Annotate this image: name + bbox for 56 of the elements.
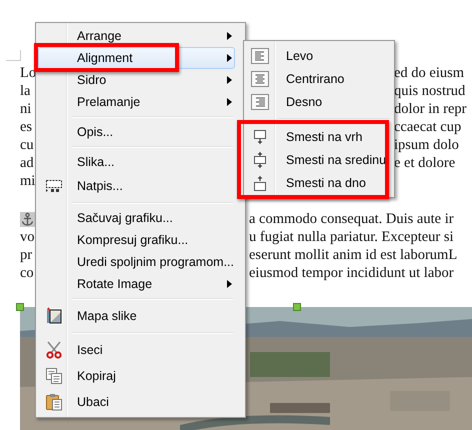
body-text: quis nostrud [394, 82, 466, 100]
submenu-arrow-icon [227, 280, 232, 288]
body-text: pr [20, 246, 32, 264]
scissors-icon [45, 341, 63, 359]
menu-item[interactable]: Smesti na vrh [246, 125, 392, 148]
body-text: es [20, 118, 32, 136]
submenu-arrow-icon [227, 98, 232, 106]
menu-item[interactable]: Levo [246, 44, 392, 67]
image-map-icon [45, 307, 63, 325]
selection-handle[interactable] [293, 303, 301, 311]
submenu-arrow-icon [227, 76, 232, 84]
menu-item[interactable]: Arrange [38, 25, 235, 47]
menu-item[interactable]: Natpis... [38, 173, 235, 199]
menu-item[interactable]: Prelamanje [38, 91, 235, 113]
body-text: la [20, 82, 30, 100]
body-text: cu [20, 136, 34, 154]
align-top-icon [253, 128, 267, 144]
menu-item[interactable]: Centrirano [246, 67, 392, 90]
menu-item[interactable]: Smesti na sredinu [246, 148, 392, 171]
align-center-icon [251, 70, 269, 86]
body-text: ccaecat cup [394, 118, 462, 136]
body-text: a commodo consequat. Duis aute ir [249, 210, 454, 228]
align-middle-icon [253, 152, 267, 168]
page-corner-mark [6, 50, 21, 61]
caption-icon [45, 179, 63, 193]
menu-item[interactable]: Smesti na dno [246, 171, 392, 194]
body-text: co [20, 264, 34, 282]
body-text: ipsum dolo [394, 136, 459, 154]
menu-item[interactable]: Sidro [38, 69, 235, 91]
align-bottom-icon [253, 174, 267, 190]
align-left-icon [251, 48, 269, 64]
menu-item[interactable]: Iseci [38, 337, 235, 363]
clipboard-icon [45, 393, 63, 411]
body-text: eiusmod tempor incididunt ut labor [249, 264, 454, 282]
submenu-arrow-icon [227, 54, 232, 62]
menu-item[interactable]: Kopiraj [38, 363, 235, 389]
body-text: dolor in repr [394, 100, 466, 118]
copy-icon [45, 367, 63, 385]
menu-item[interactable]: Rotate Image [38, 273, 235, 295]
menu-item[interactable]: Desno [246, 90, 392, 113]
body-text: ni [20, 100, 32, 118]
body-text: mi [20, 172, 36, 190]
menu-item[interactable]: Uredi spoljnim programom... [38, 251, 235, 273]
menu-item[interactable]: Opis... [38, 121, 235, 143]
menu-item[interactable]: Kompresuj grafiku... [38, 229, 235, 251]
body-text: u fugiat nulla pariatur. Excepteur si [249, 228, 454, 246]
body-text: vo [20, 228, 34, 246]
menu-item[interactable]: Mapa slike [38, 303, 235, 329]
align-right-icon [251, 94, 269, 110]
menu-item[interactable]: Slika... [38, 151, 235, 173]
menu-item[interactable]: Sačuvaj grafiku... [38, 207, 235, 229]
submenu-arrow-icon [227, 32, 232, 40]
body-text: ed do eiusm [394, 64, 464, 82]
body-text: eserunt mollit anim id est laborumL [249, 246, 458, 264]
body-text: ad [20, 154, 34, 172]
selection-handle[interactable] [16, 303, 24, 311]
